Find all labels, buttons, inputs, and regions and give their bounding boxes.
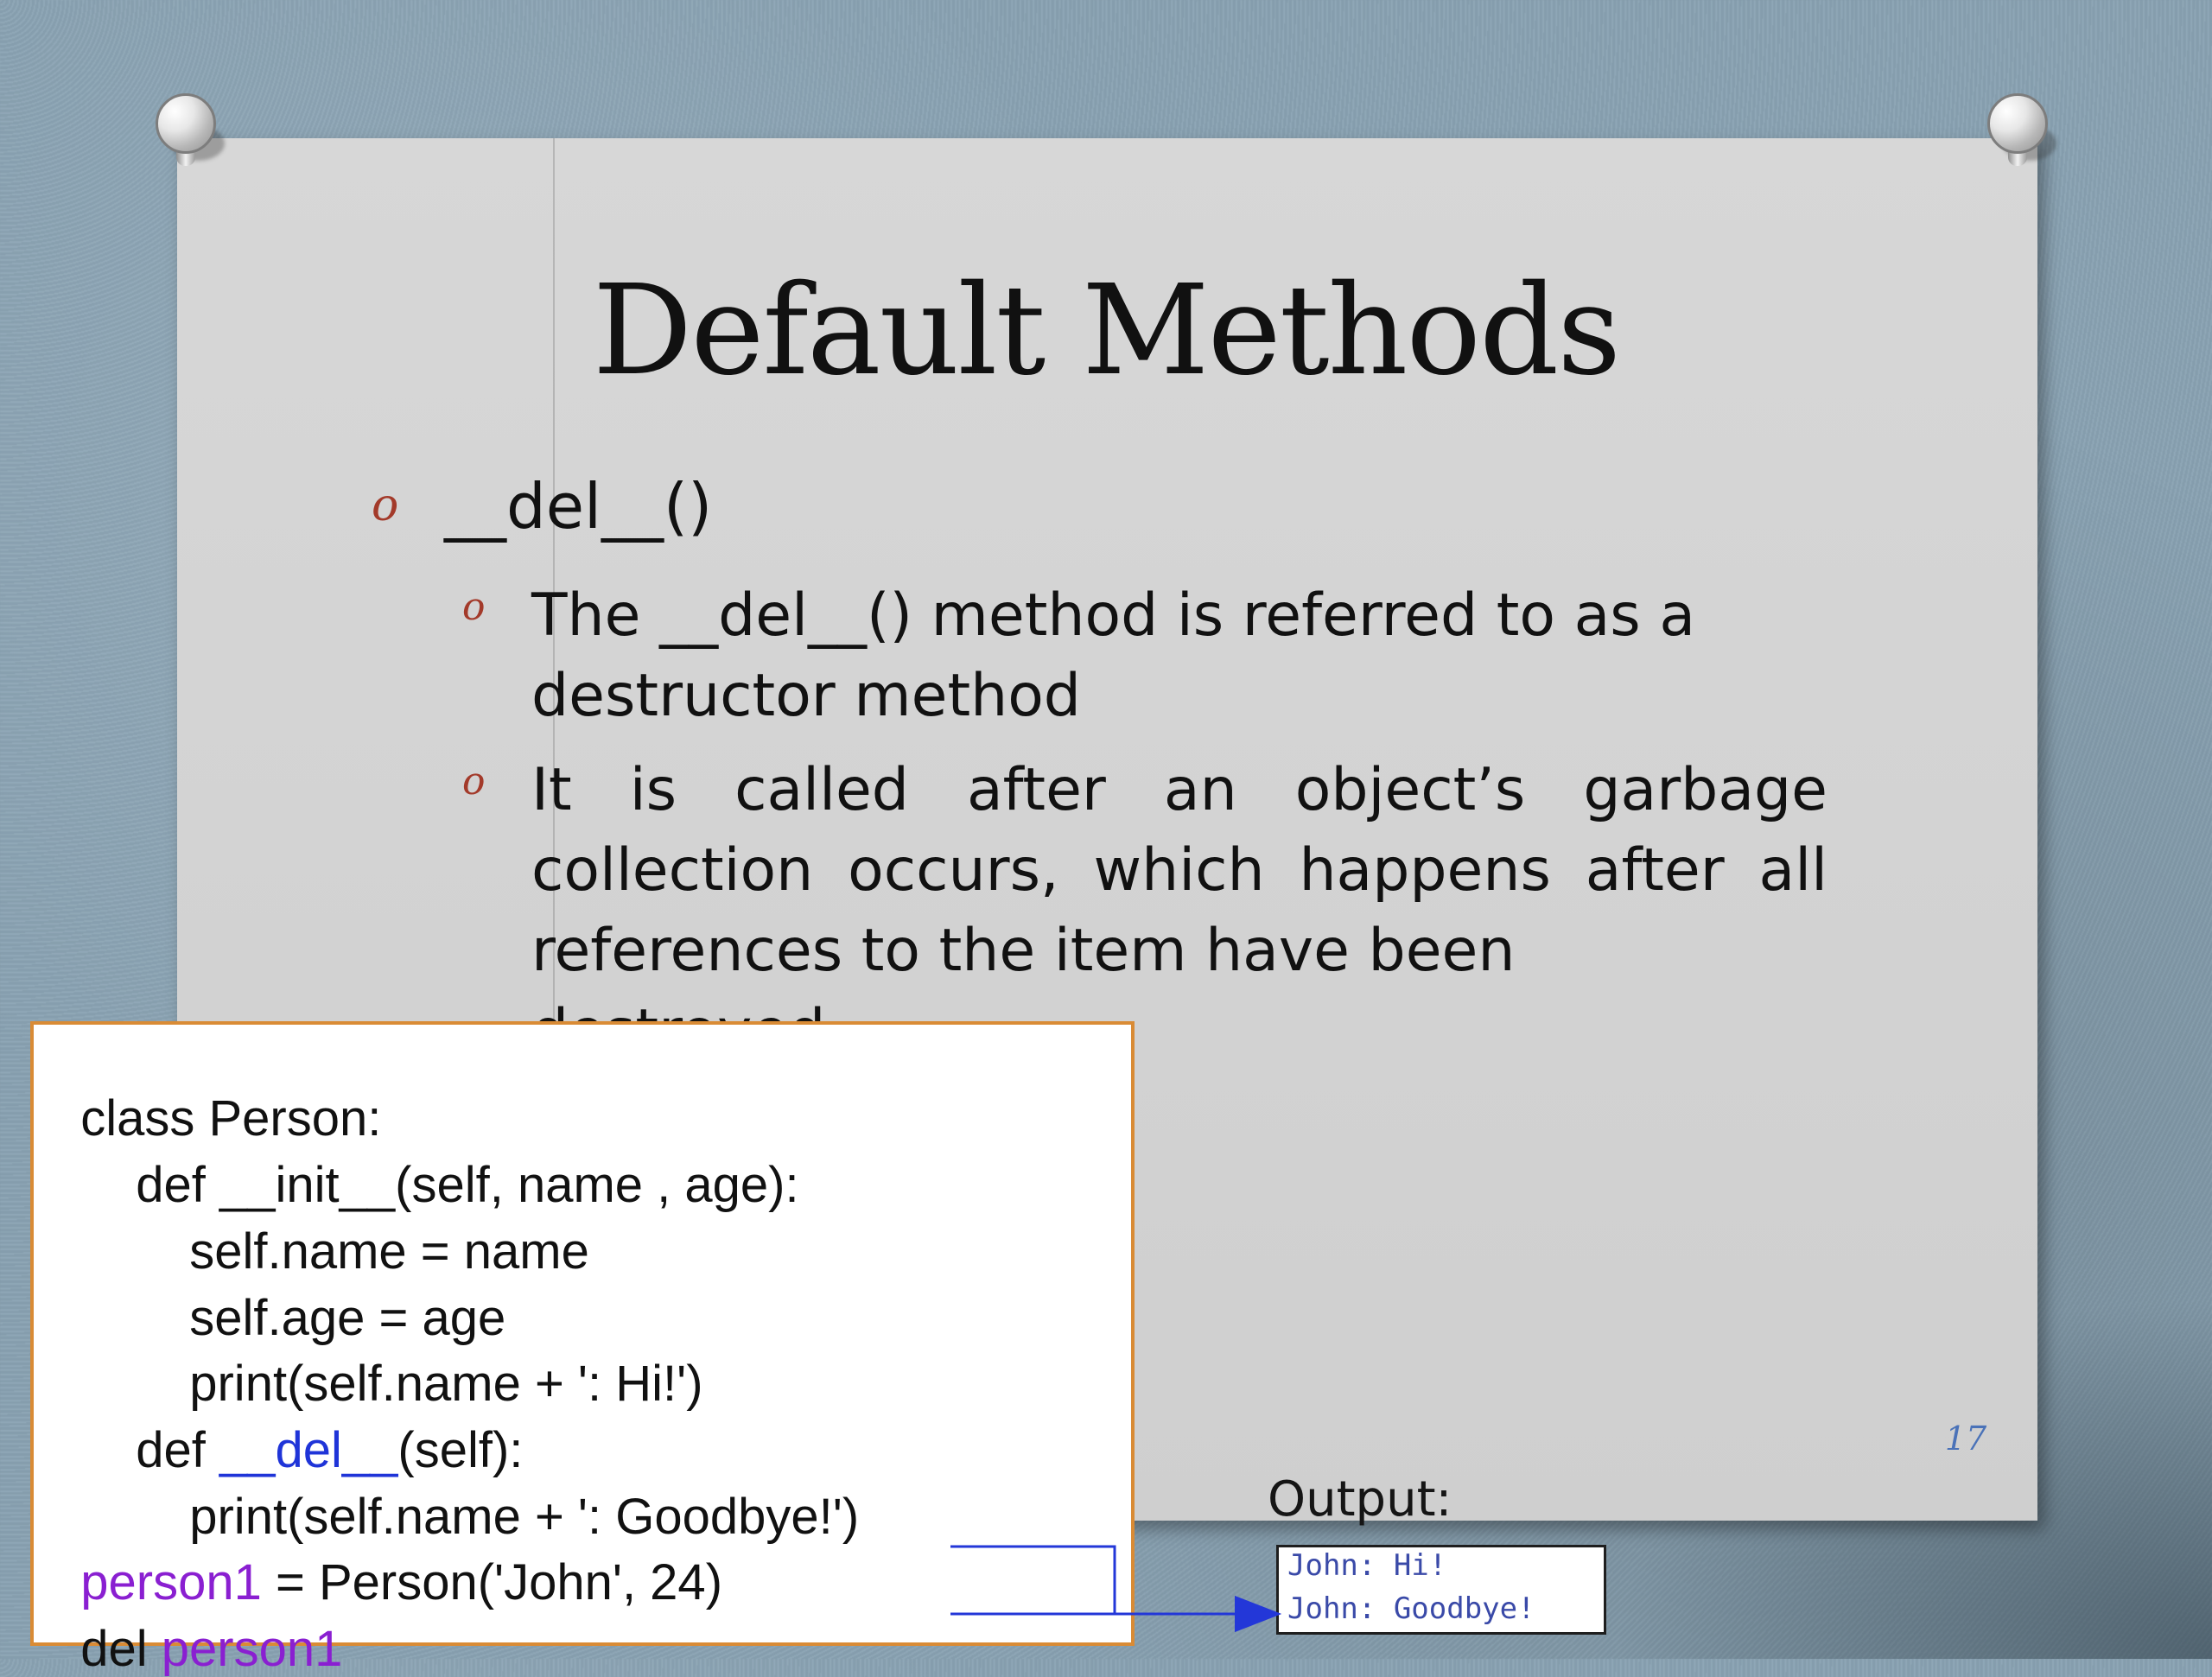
bullet-o-icon: o <box>372 480 399 531</box>
pushpin-cap <box>156 93 216 154</box>
sub-bullet-1-line-2: destructor method <box>531 662 1081 730</box>
bullet-o-icon: o <box>462 585 486 629</box>
bullet-o-icon: o <box>462 759 486 804</box>
code-text: del <box>80 1621 162 1677</box>
sub-bullet-1-line-1: The __del__() method is referred to as a <box>531 581 1695 650</box>
main-bullet-text: __del__() <box>444 470 713 543</box>
pushpin-icon <box>156 93 235 173</box>
sub-bullet-2-line-1: It is called after an object’s garbage <box>531 756 1827 824</box>
output-label: Output: <box>1268 1471 1452 1528</box>
sub-bullet-2-line-2: collection occurs, which happens after a… <box>531 836 1827 905</box>
pushpin-icon <box>1987 93 2067 173</box>
pushpin-cap <box>1987 93 2048 154</box>
output-line: John: Hi! <box>1287 1548 1447 1583</box>
output-line: John: Goodbye! <box>1287 1591 1535 1626</box>
main-bullet: o __del__() <box>372 471 712 542</box>
code-variable: person1 <box>161 1621 343 1677</box>
sub-bullet-1-text: The __del__() method is referred to as a… <box>531 575 1827 736</box>
slide-title: Default Methods <box>592 257 1621 403</box>
code-line: del person1 <box>53 1574 342 1674</box>
sub-bullet-1: o The __del__() method is referred to as… <box>462 575 1845 736</box>
page-number: 17 <box>1944 1420 1987 1458</box>
